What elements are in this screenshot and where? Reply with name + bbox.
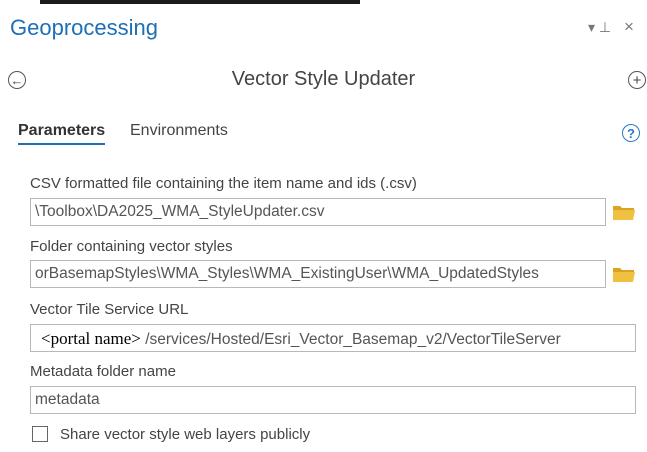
add-glyph: +: [632, 71, 642, 89]
add-icon[interactable]: +: [628, 71, 646, 89]
tab-parameters[interactable]: Parameters: [18, 122, 106, 145]
help-glyph: ?: [627, 125, 635, 141]
close-icon[interactable]: ×: [624, 17, 634, 37]
portal-name-placeholder: <portal name>: [41, 329, 141, 348]
tool-header: ← Vector Style Updater +: [0, 60, 647, 100]
tool-title: Vector Style Updater: [231, 68, 416, 90]
cropped-heading-bar: [40, 0, 360, 4]
pin-icon[interactable]: ▾ ⊥: [588, 19, 611, 36]
share-label: Share vector style web layers publicly: [60, 426, 311, 443]
csv-input[interactable]: \Toolbox\DA2025_WMA_StyleUpdater.csv: [30, 198, 606, 226]
metadata-label: Metadata folder name: [30, 363, 176, 380]
url-value: /services/Hosted/Esri_Vector_Basemap_v2/…: [145, 331, 561, 348]
folder-label: Folder containing vector styles: [30, 238, 233, 255]
top-edge: [0, 0, 647, 7]
url-label: Vector Tile Service URL: [30, 301, 189, 318]
csv-label: CSV formatted file containing the item n…: [30, 175, 417, 192]
pane-title: Geoprocessing: [10, 15, 158, 40]
browse-folder-icon[interactable]: [612, 265, 636, 283]
metadata-value: metadata: [35, 391, 100, 408]
csv-value: \Toolbox\DA2025_WMA_StyleUpdater.csv: [35, 203, 325, 220]
metadata-input[interactable]: metadata: [30, 386, 636, 414]
browse-folder-icon[interactable]: [612, 203, 636, 221]
pane-header: Geoprocessing ▾ ⊥ ×: [0, 7, 647, 47]
help-icon[interactable]: ?: [622, 124, 640, 142]
tab-environments[interactable]: Environments: [130, 122, 228, 140]
styles-folder-value: orBasemapStyles\WMA_Styles\WMA_ExistingU…: [35, 265, 539, 282]
styles-folder-input[interactable]: orBasemapStyles\WMA_Styles\WMA_ExistingU…: [30, 260, 606, 288]
url-input[interactable]: <portal name> /services/Hosted/Esri_Vect…: [30, 324, 636, 352]
share-checkbox[interactable]: [32, 426, 48, 442]
